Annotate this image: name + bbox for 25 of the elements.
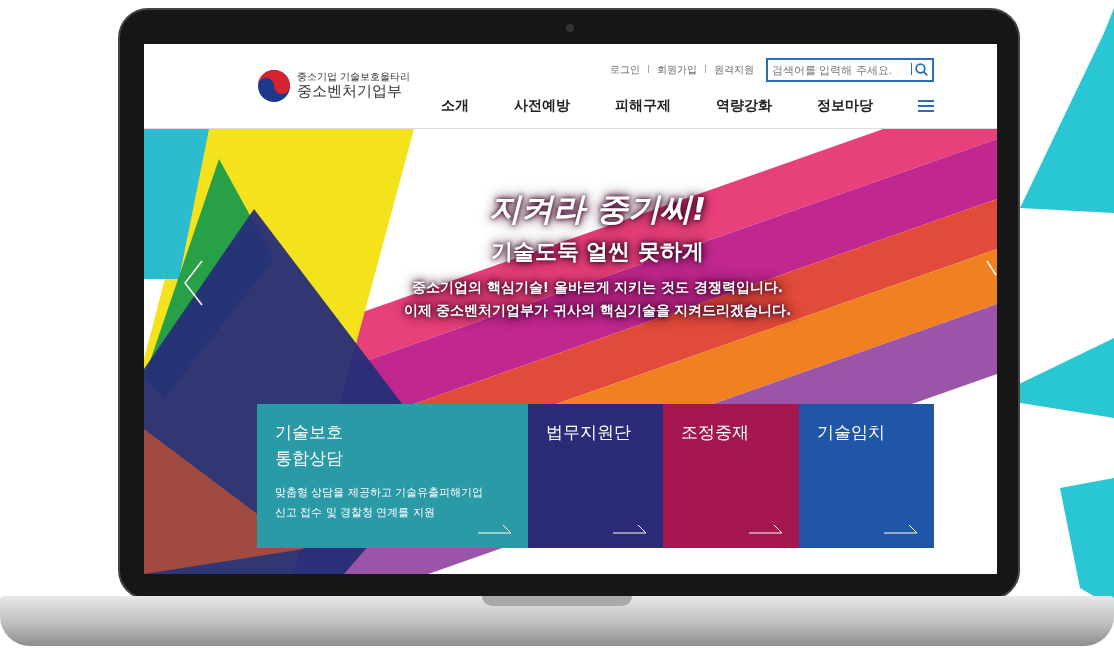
search-button[interactable]	[911, 63, 931, 75]
service-card[interactable]: 기술임치	[799, 404, 934, 548]
card-title: 법무지원단	[546, 421, 632, 444]
utility-link[interactable]: 로그인	[610, 61, 640, 77]
emblem-icon	[257, 69, 291, 103]
card-title: 조정중재	[681, 421, 750, 444]
utility-link[interactable]: 원격지원	[714, 61, 754, 77]
service-card[interactable]: 법무지원단	[528, 404, 663, 548]
camera-dot	[566, 24, 574, 32]
nav-link[interactable]: 역량강화	[716, 94, 817, 116]
service-card[interactable]: 조정중재	[663, 404, 799, 548]
logo-caption: 중소기업 기술보호울타리	[297, 72, 411, 82]
banner-text: 이제 중소벤처기업부가 귀사의 핵심기술을 지켜드리겠습니다.	[403, 300, 792, 320]
logo-title: 중소벤처기업부	[297, 81, 402, 100]
search-icon	[915, 62, 928, 76]
utility-link[interactable]: 회원가입	[657, 61, 697, 77]
nav-link[interactable]: 사전예방	[514, 94, 615, 116]
card-title: 기술임치	[817, 421, 886, 444]
nav-link[interactable]: 소개	[441, 94, 514, 116]
nav-link[interactable]: 피해구제	[615, 94, 716, 116]
card-description: 맞춤형 상담을 제공하고 기술유출피해기업 신고 접수 및 경찰청 연계를 지원	[275, 485, 484, 520]
search-field[interactable]: 검색어를 입력해 주세요.	[766, 58, 934, 82]
nav-link[interactable]: 정보마당	[817, 94, 918, 116]
card-title: 기술보호 통합상담	[275, 421, 344, 470]
menu-icon	[918, 98, 934, 113]
